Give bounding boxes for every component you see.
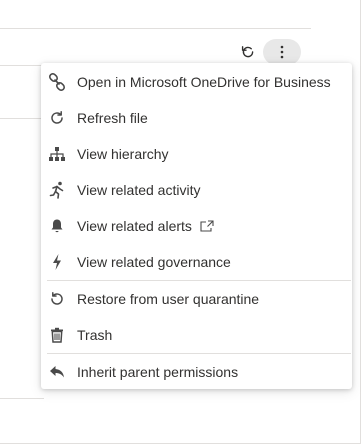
menu-item-open-in-onedrive[interactable]: Open in Microsoft OneDrive for Business [41, 64, 352, 100]
open-in-new-window-icon [200, 220, 214, 232]
menu-item-view-related-alerts[interactable]: View related alerts [41, 208, 352, 244]
menu-item-label: Refresh file [77, 110, 148, 126]
refresh-icon [47, 108, 67, 128]
link-icon [47, 72, 67, 92]
reply-icon [47, 362, 67, 382]
trash-icon [47, 325, 67, 345]
background-divider [0, 28, 311, 29]
menu-item-trash[interactable]: Trash [41, 317, 352, 353]
refresh-icon [241, 46, 254, 58]
menu-item-refresh-file[interactable]: Refresh file [41, 100, 352, 136]
menu-item-label: Inherit parent permissions [77, 364, 239, 380]
menu-item-view-related-governance[interactable]: View related governance [41, 244, 352, 280]
menu-item-view-related-activity[interactable]: View related activity [41, 172, 352, 208]
menu-item-label: View related alerts [77, 218, 192, 234]
bell-icon [47, 216, 67, 236]
toolbar-refresh-button[interactable] [237, 41, 259, 63]
menu-item-label: View hierarchy [77, 146, 169, 162]
context-menu: Open in Microsoft OneDrive for Business … [41, 63, 352, 389]
more-actions-button[interactable] [263, 39, 301, 65]
menu-item-label: View related governance [77, 254, 231, 270]
lightning-icon [47, 252, 67, 272]
menu-item-inherit-parent-permissions[interactable]: Inherit parent permissions [41, 354, 352, 390]
background-divider [0, 398, 44, 399]
menu-item-label: Restore from user quarantine [77, 291, 260, 307]
running-icon [47, 180, 67, 200]
background-divider [0, 118, 44, 119]
menu-item-label: Open in Microsoft OneDrive for Business [77, 74, 331, 90]
menu-item-restore-from-quarantine[interactable]: Restore from user quarantine [41, 281, 352, 317]
hierarchy-icon [47, 144, 67, 164]
restore-icon [47, 289, 67, 309]
menu-item-view-hierarchy[interactable]: View hierarchy [41, 136, 352, 172]
menu-item-label-wrapper: View related alerts [77, 218, 214, 234]
menu-item-label: View related activity [77, 182, 201, 198]
background-divider [0, 65, 44, 66]
menu-item-label: Trash [77, 327, 113, 343]
more-vertical-icon [280, 45, 284, 59]
